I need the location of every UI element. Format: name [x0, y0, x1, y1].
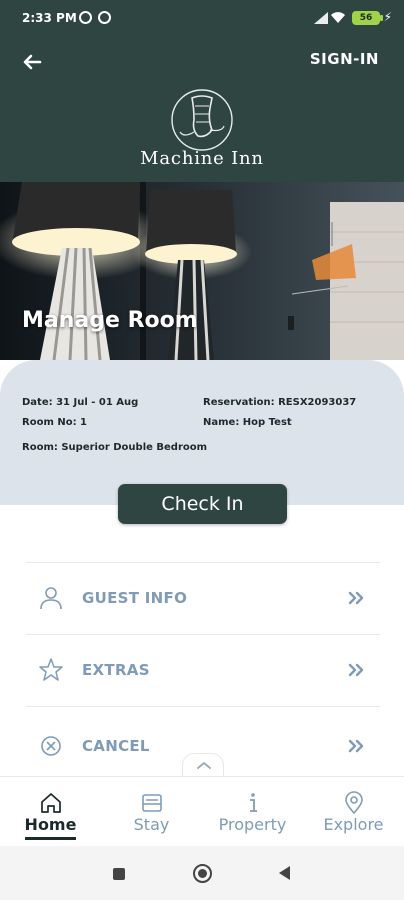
room-hero-image: Manage Room — [0, 182, 404, 360]
system-home-button[interactable] — [193, 864, 212, 883]
nav-home[interactable]: Home — [0, 777, 101, 847]
double-chevron-right-icon — [348, 739, 364, 753]
page-title: Manage Room — [22, 308, 198, 333]
location-pin-icon — [344, 791, 363, 815]
double-chevron-right-icon — [348, 591, 364, 605]
cancel-circle-icon — [41, 736, 61, 756]
room-photo — [0, 182, 404, 360]
nav-label-stay: Stay — [133, 815, 170, 834]
user-icon — [40, 587, 62, 610]
bottom-navigation: Home Stay Property Explore — [0, 776, 404, 846]
wifi-icon — [331, 12, 345, 23]
nav-label-property: Property — [218, 815, 287, 834]
recent-apps-button[interactable] — [113, 868, 125, 880]
room-number: Room No: 1 — [22, 417, 88, 428]
nav-stay[interactable]: Stay — [101, 777, 202, 847]
guest-name: Name: Hop Test — [203, 417, 292, 428]
menu-label-guest-info: GUEST INFO — [82, 589, 188, 607]
active-tab-indicator — [25, 837, 76, 840]
nav-expand-handle[interactable] — [182, 753, 224, 777]
data-saver-icon — [98, 11, 111, 24]
nav-label-home: Home — [24, 815, 77, 834]
room-type: Room: Superior Double Bedroom — [22, 442, 208, 453]
system-navigation-bar — [0, 846, 404, 900]
brand-name: Machine Inn — [140, 148, 264, 169]
menu-item-extras[interactable]: EXTRAS — [26, 635, 380, 705]
chevron-up-icon — [197, 762, 211, 769]
signal-icon — [314, 12, 328, 24]
machine-inn-logo — [171, 89, 233, 151]
charging-icon: ⚡ — [383, 10, 392, 24]
nav-label-explore: Explore — [323, 815, 384, 834]
menu-item-guest-info[interactable]: GUEST INFO — [26, 563, 380, 633]
double-chevron-right-icon — [348, 663, 364, 677]
star-icon — [39, 658, 63, 681]
menu-label-extras: EXTRAS — [82, 661, 150, 679]
system-back-button[interactable] — [279, 866, 290, 880]
sign-in-button[interactable]: SIGN-IN — [310, 50, 379, 68]
reservation-number: Reservation: RESX2093037 — [203, 397, 357, 408]
divider — [26, 706, 380, 707]
app-header: SIGN-IN Machine Inn — [0, 38, 404, 182]
info-icon — [249, 793, 257, 812]
battery-icon: 56 — [352, 11, 383, 25]
sim-icon — [79, 11, 92, 24]
bed-icon — [141, 794, 162, 812]
reservation-date: Date: 31 Jul - 01 Aug — [22, 397, 139, 408]
nav-explore[interactable]: Explore — [303, 777, 404, 847]
back-arrow-icon[interactable] — [18, 48, 46, 76]
status-bar: 2:33 PM 56 ⚡ — [0, 0, 404, 38]
nav-property[interactable]: Property — [202, 777, 303, 847]
home-icon — [40, 793, 61, 813]
status-time: 2:33 PM — [22, 11, 77, 25]
check-in-button[interactable]: Check In — [118, 484, 287, 524]
menu-label-cancel: CANCEL — [82, 737, 150, 755]
